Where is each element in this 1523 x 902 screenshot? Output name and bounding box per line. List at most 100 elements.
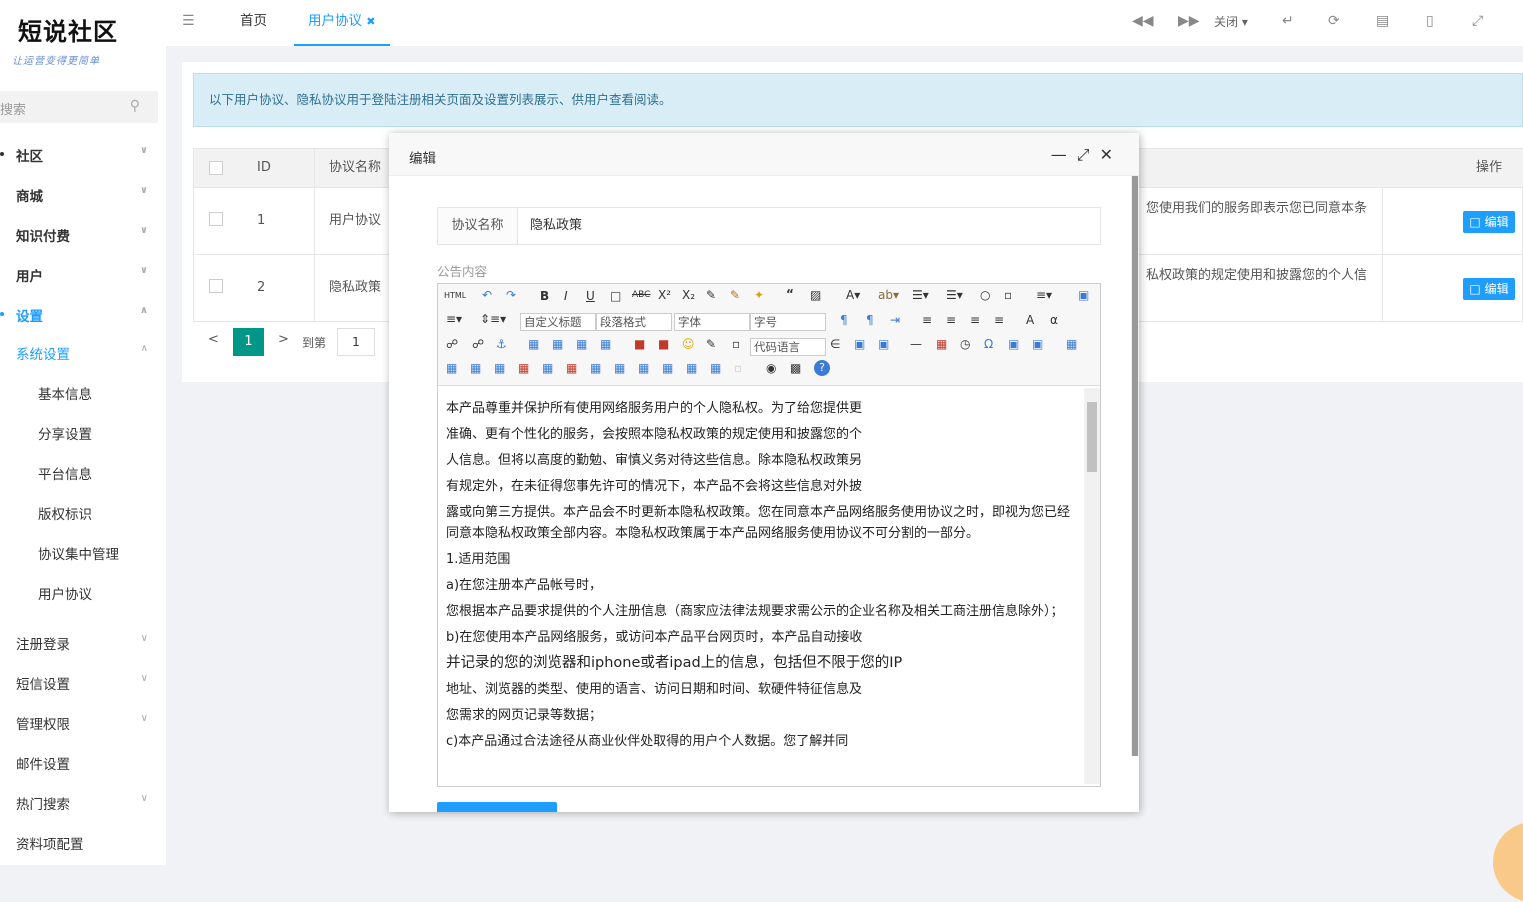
row-spacing-icon[interactable]: ⇕≡▾ — [480, 312, 506, 326]
at-icon[interactable]: ○ — [980, 288, 990, 302]
html-icon[interactable]: HTML — [444, 291, 466, 300]
highlight-icon[interactable]: ab▾ — [878, 288, 899, 302]
image-left-icon[interactable]: ▦ — [552, 337, 563, 351]
edit-button[interactable]: □ 编辑 — [1463, 278, 1515, 300]
page-current[interactable]: 1 — [233, 328, 264, 356]
editor-scrollbar[interactable] — [1084, 388, 1100, 784]
agreement-name-input[interactable]: 隐私政策 — [530, 208, 582, 244]
eraser-icon[interactable]: ✎ — [706, 288, 716, 302]
mobile-icon[interactable]: ▯ — [1426, 13, 1434, 29]
maximize-icon[interactable]: ⤢ — [1077, 145, 1100, 164]
line-height-icon[interactable]: ≡▾ — [1036, 288, 1052, 302]
split-cells-icon[interactable]: ▦ — [662, 361, 673, 375]
sidebar-item-mall[interactable]: 商城 ∨ — [16, 185, 148, 205]
emotion-icon[interactable]: ☺ — [682, 337, 695, 351]
rtl-icon[interactable]: ¶ — [866, 313, 874, 327]
row-checkbox[interactable] — [209, 279, 223, 293]
font-border-icon[interactable]: □ — [610, 289, 621, 303]
subscript-icon[interactable]: X₂ — [682, 288, 695, 302]
scroll-left-icon[interactable]: ◀◀ — [1132, 13, 1154, 29]
align-left-icon[interactable]: ≡ — [922, 313, 932, 327]
search-icon[interactable]: ⚲ — [130, 98, 140, 114]
next-page-icon[interactable]: > — [278, 332, 289, 347]
insert-col-icon[interactable]: ▦ — [542, 361, 553, 375]
format-brush-icon[interactable]: ✎ — [730, 288, 740, 302]
back-icon[interactable]: ↵ — [1282, 13, 1294, 29]
document-icon[interactable]: ▫ — [1004, 288, 1012, 302]
merge-cells-icon[interactable]: ▦ — [590, 361, 601, 375]
print-icon[interactable]: ▫ — [734, 361, 742, 375]
template-icon[interactable]: ▣ — [854, 337, 865, 351]
tab-home[interactable]: 首页 — [240, 0, 267, 46]
delete-table-icon[interactable]: ▦ — [446, 361, 457, 375]
sidebar-item-users[interactable]: 用户 ∨ — [16, 265, 148, 285]
image-center-icon[interactable]: ▦ — [600, 337, 611, 351]
ordered-list-icon[interactable]: ☰▾ — [912, 288, 929, 302]
custom-title-select[interactable]: 自定义标题 — [520, 313, 596, 331]
search-replace-icon[interactable]: ▣ — [1032, 337, 1043, 351]
align-right-icon[interactable]: ≡ — [970, 313, 980, 327]
editor-content[interactable]: 本产品尊重并保护所有使用网络服务用户的个人隐私权。为了给您提供更 准确、更有个性… — [438, 388, 1083, 786]
sidebar-search[interactable]: 搜索 ⚲ — [0, 91, 158, 123]
bold-icon[interactable]: B — [540, 289, 549, 303]
merge-right-icon[interactable]: ▦ — [614, 361, 625, 375]
attachment-icon[interactable]: ▫ — [732, 337, 740, 351]
paragraph-format-select[interactable]: 段落格式 — [596, 313, 672, 331]
preview-icon[interactable]: ▣ — [1078, 288, 1089, 302]
align-center-icon[interactable]: ≡ — [946, 313, 956, 327]
sidebar-item-community[interactable]: 社区 ∨ — [0, 145, 148, 165]
auto-format-icon[interactable]: ✦ — [754, 288, 764, 302]
scroll-right-icon[interactable]: ▶▶ — [1178, 13, 1200, 29]
unordered-list-icon[interactable]: ☰▾ — [946, 288, 963, 302]
date-icon[interactable]: ▦ — [936, 337, 947, 351]
desktop-icon[interactable]: ▤ — [1376, 13, 1389, 29]
redo-icon[interactable]: ↷ — [506, 288, 516, 302]
time-icon[interactable]: ◷ — [960, 337, 970, 351]
lowercase-icon[interactable]: α — [1050, 313, 1058, 327]
close-icon[interactable]: ✕ — [1100, 145, 1123, 164]
split-cols-icon[interactable]: ▦ — [710, 361, 721, 375]
find-icon[interactable]: ◉ — [766, 361, 776, 375]
minimize-icon[interactable]: — — [1051, 145, 1077, 164]
sidebar-item-share[interactable]: 分享设置 — [38, 423, 148, 443]
indent-icon[interactable]: ⇥ — [890, 313, 900, 327]
insert-paragraph-icon[interactable]: ▦ — [470, 361, 481, 375]
sidebar-item-user-agreement[interactable]: 用户协议 — [38, 583, 148, 603]
merge-down-icon[interactable]: ▦ — [638, 361, 649, 375]
sidebar-item-copyright[interactable]: 版权标识 — [38, 503, 148, 523]
menu-collapse-icon[interactable]: ☰ — [182, 13, 195, 29]
paste-text-icon[interactable]: ▨ — [810, 288, 821, 302]
image-none-icon[interactable]: ▦ — [528, 337, 539, 351]
align-justify-icon[interactable]: ≡ — [994, 313, 1004, 327]
font-color-icon[interactable]: A▾ — [846, 288, 860, 302]
ltr-icon[interactable]: ¶ — [840, 313, 848, 327]
editor-scroll-thumb[interactable] — [1087, 402, 1097, 472]
sidebar-item-agreements[interactable]: 协议集中管理 — [38, 543, 148, 563]
split-rows-icon[interactable]: ▦ — [686, 361, 697, 375]
insert-row-icon[interactable]: ▦ — [494, 361, 505, 375]
anchor-icon[interactable]: ⚓ — [496, 337, 507, 351]
sidebar-item-basic-info[interactable]: 基本信息 — [38, 383, 148, 403]
underline-icon[interactable]: U — [586, 289, 595, 303]
strikethrough-icon[interactable]: ABC — [632, 290, 650, 300]
sidebar-item-system-settings[interactable]: 系统设置 ∧ — [16, 343, 148, 363]
dialog-scrollbar[interactable] — [1131, 176, 1139, 756]
sidebar-item-mail[interactable]: 邮件设置 — [16, 753, 148, 773]
insert-table-icon[interactable]: ▦ — [1066, 337, 1077, 351]
sidebar-item-hot-search[interactable]: 热门搜索 ∨ — [16, 793, 148, 813]
horizontal-rule-icon[interactable]: — — [910, 337, 922, 351]
sidebar-item-register[interactable]: 注册登录 ∨ — [16, 633, 148, 653]
link-icon[interactable]: ☍ — [446, 337, 458, 351]
tab-user-agreement[interactable]: 用户协议 ✖ — [294, 0, 390, 46]
scrawl-icon[interactable]: ✎ — [706, 337, 716, 351]
sidebar-item-profile-fields[interactable]: 资料项配置 — [16, 833, 148, 853]
delete-col-icon[interactable]: ▦ — [566, 361, 577, 375]
sidebar-item-settings[interactable]: 设置 ∧ — [0, 305, 148, 325]
refresh-icon[interactable]: ⟳ — [1328, 13, 1340, 29]
row-checkbox[interactable] — [209, 212, 223, 226]
drafts-icon[interactable]: ▩ — [790, 361, 801, 375]
close-tab-icon[interactable]: ✖ — [366, 15, 375, 28]
prev-page-icon[interactable]: < — [208, 332, 219, 347]
undo-icon[interactable]: ↶ — [482, 288, 492, 302]
paragraph-spacing-icon[interactable]: ≡▾ — [446, 312, 462, 326]
